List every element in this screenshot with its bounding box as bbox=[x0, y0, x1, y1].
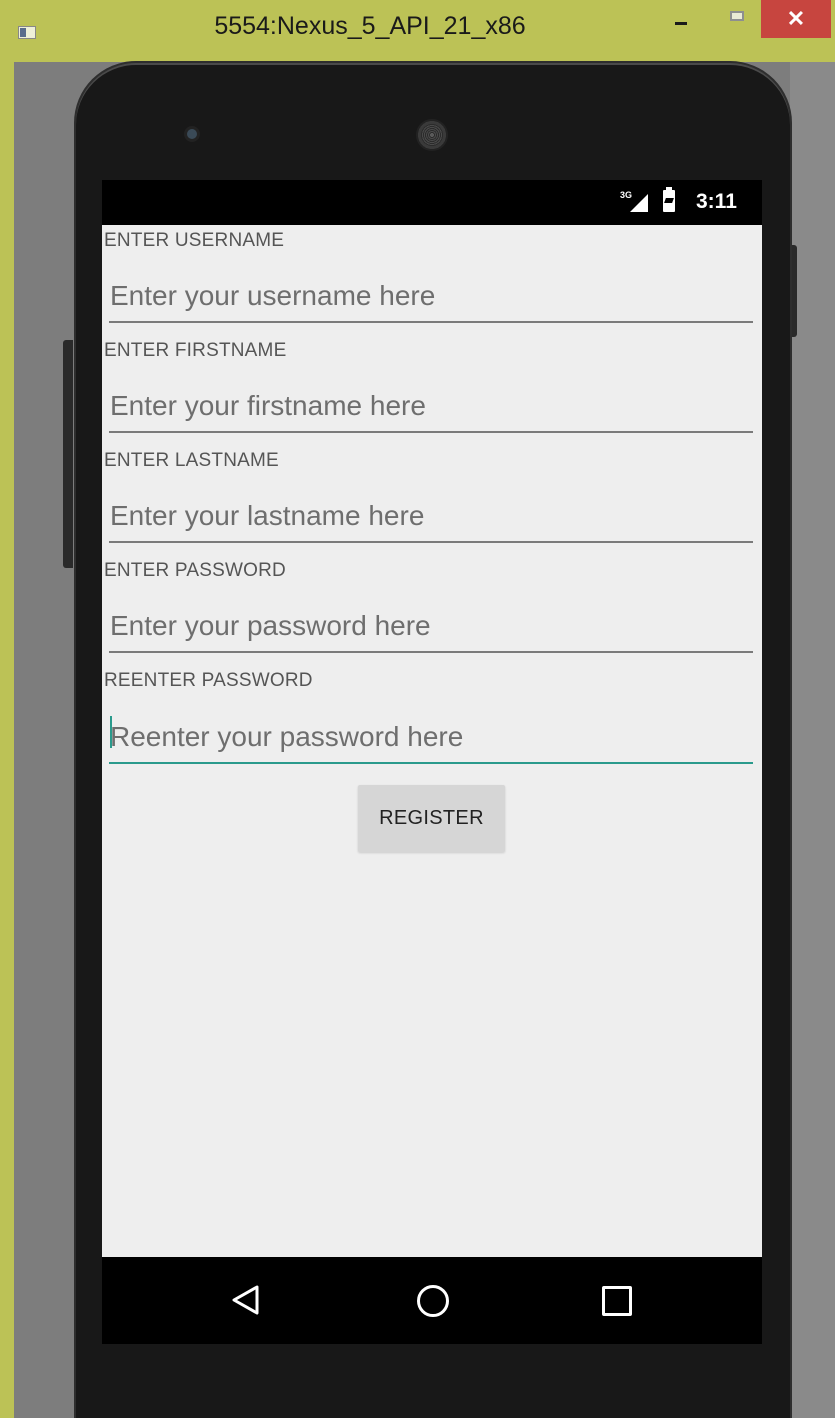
status-bar: 3G 3:11 bbox=[102, 180, 762, 225]
text-cursor bbox=[110, 716, 112, 748]
lastname-label: ENTER LASTNAME bbox=[104, 450, 279, 471]
maximize-button[interactable] bbox=[717, 0, 757, 38]
navigation-bar bbox=[102, 1257, 762, 1344]
back-icon[interactable] bbox=[230, 1284, 260, 1316]
reenter-password-input[interactable] bbox=[109, 712, 753, 764]
recent-apps-icon[interactable] bbox=[602, 1286, 632, 1316]
maximize-icon bbox=[730, 11, 744, 21]
signal-strength-icon bbox=[630, 194, 648, 212]
window-titlebar: 5554:Nexus_5_API_21_x86 ✕ bbox=[0, 0, 835, 62]
close-button[interactable]: ✕ bbox=[761, 0, 831, 38]
username-input[interactable] bbox=[109, 271, 753, 323]
firstname-label: ENTER FIRSTNAME bbox=[104, 340, 287, 361]
reenter-password-label: REENTER PASSWORD bbox=[104, 670, 313, 691]
registration-form: ENTER USERNAME ENTER FIRSTNAME ENTER LAS… bbox=[102, 225, 762, 1257]
front-camera-icon bbox=[187, 129, 197, 139]
battery-icon bbox=[663, 187, 675, 212]
signal-icon: 3G bbox=[620, 190, 650, 214]
firstname-input[interactable] bbox=[109, 381, 753, 433]
earpiece-speaker-icon bbox=[416, 119, 448, 151]
volume-button[interactable] bbox=[63, 340, 73, 568]
home-icon[interactable] bbox=[417, 1285, 449, 1317]
password-label: ENTER PASSWORD bbox=[104, 560, 286, 581]
minimize-button[interactable] bbox=[661, 0, 701, 38]
window-title: 5554:Nexus_5_API_21_x86 bbox=[214, 12, 526, 40]
app-icon[interactable] bbox=[18, 26, 36, 39]
lastname-input[interactable] bbox=[109, 491, 753, 543]
minimize-icon bbox=[675, 21, 687, 25]
close-icon: ✕ bbox=[786, 6, 806, 31]
status-clock: 3:11 bbox=[696, 190, 737, 213]
power-button[interactable] bbox=[789, 245, 797, 337]
password-input[interactable] bbox=[109, 601, 753, 653]
register-button[interactable]: REGISTER bbox=[358, 785, 505, 852]
window-frame-left bbox=[0, 62, 14, 1418]
username-label: ENTER USERNAME bbox=[104, 230, 285, 251]
